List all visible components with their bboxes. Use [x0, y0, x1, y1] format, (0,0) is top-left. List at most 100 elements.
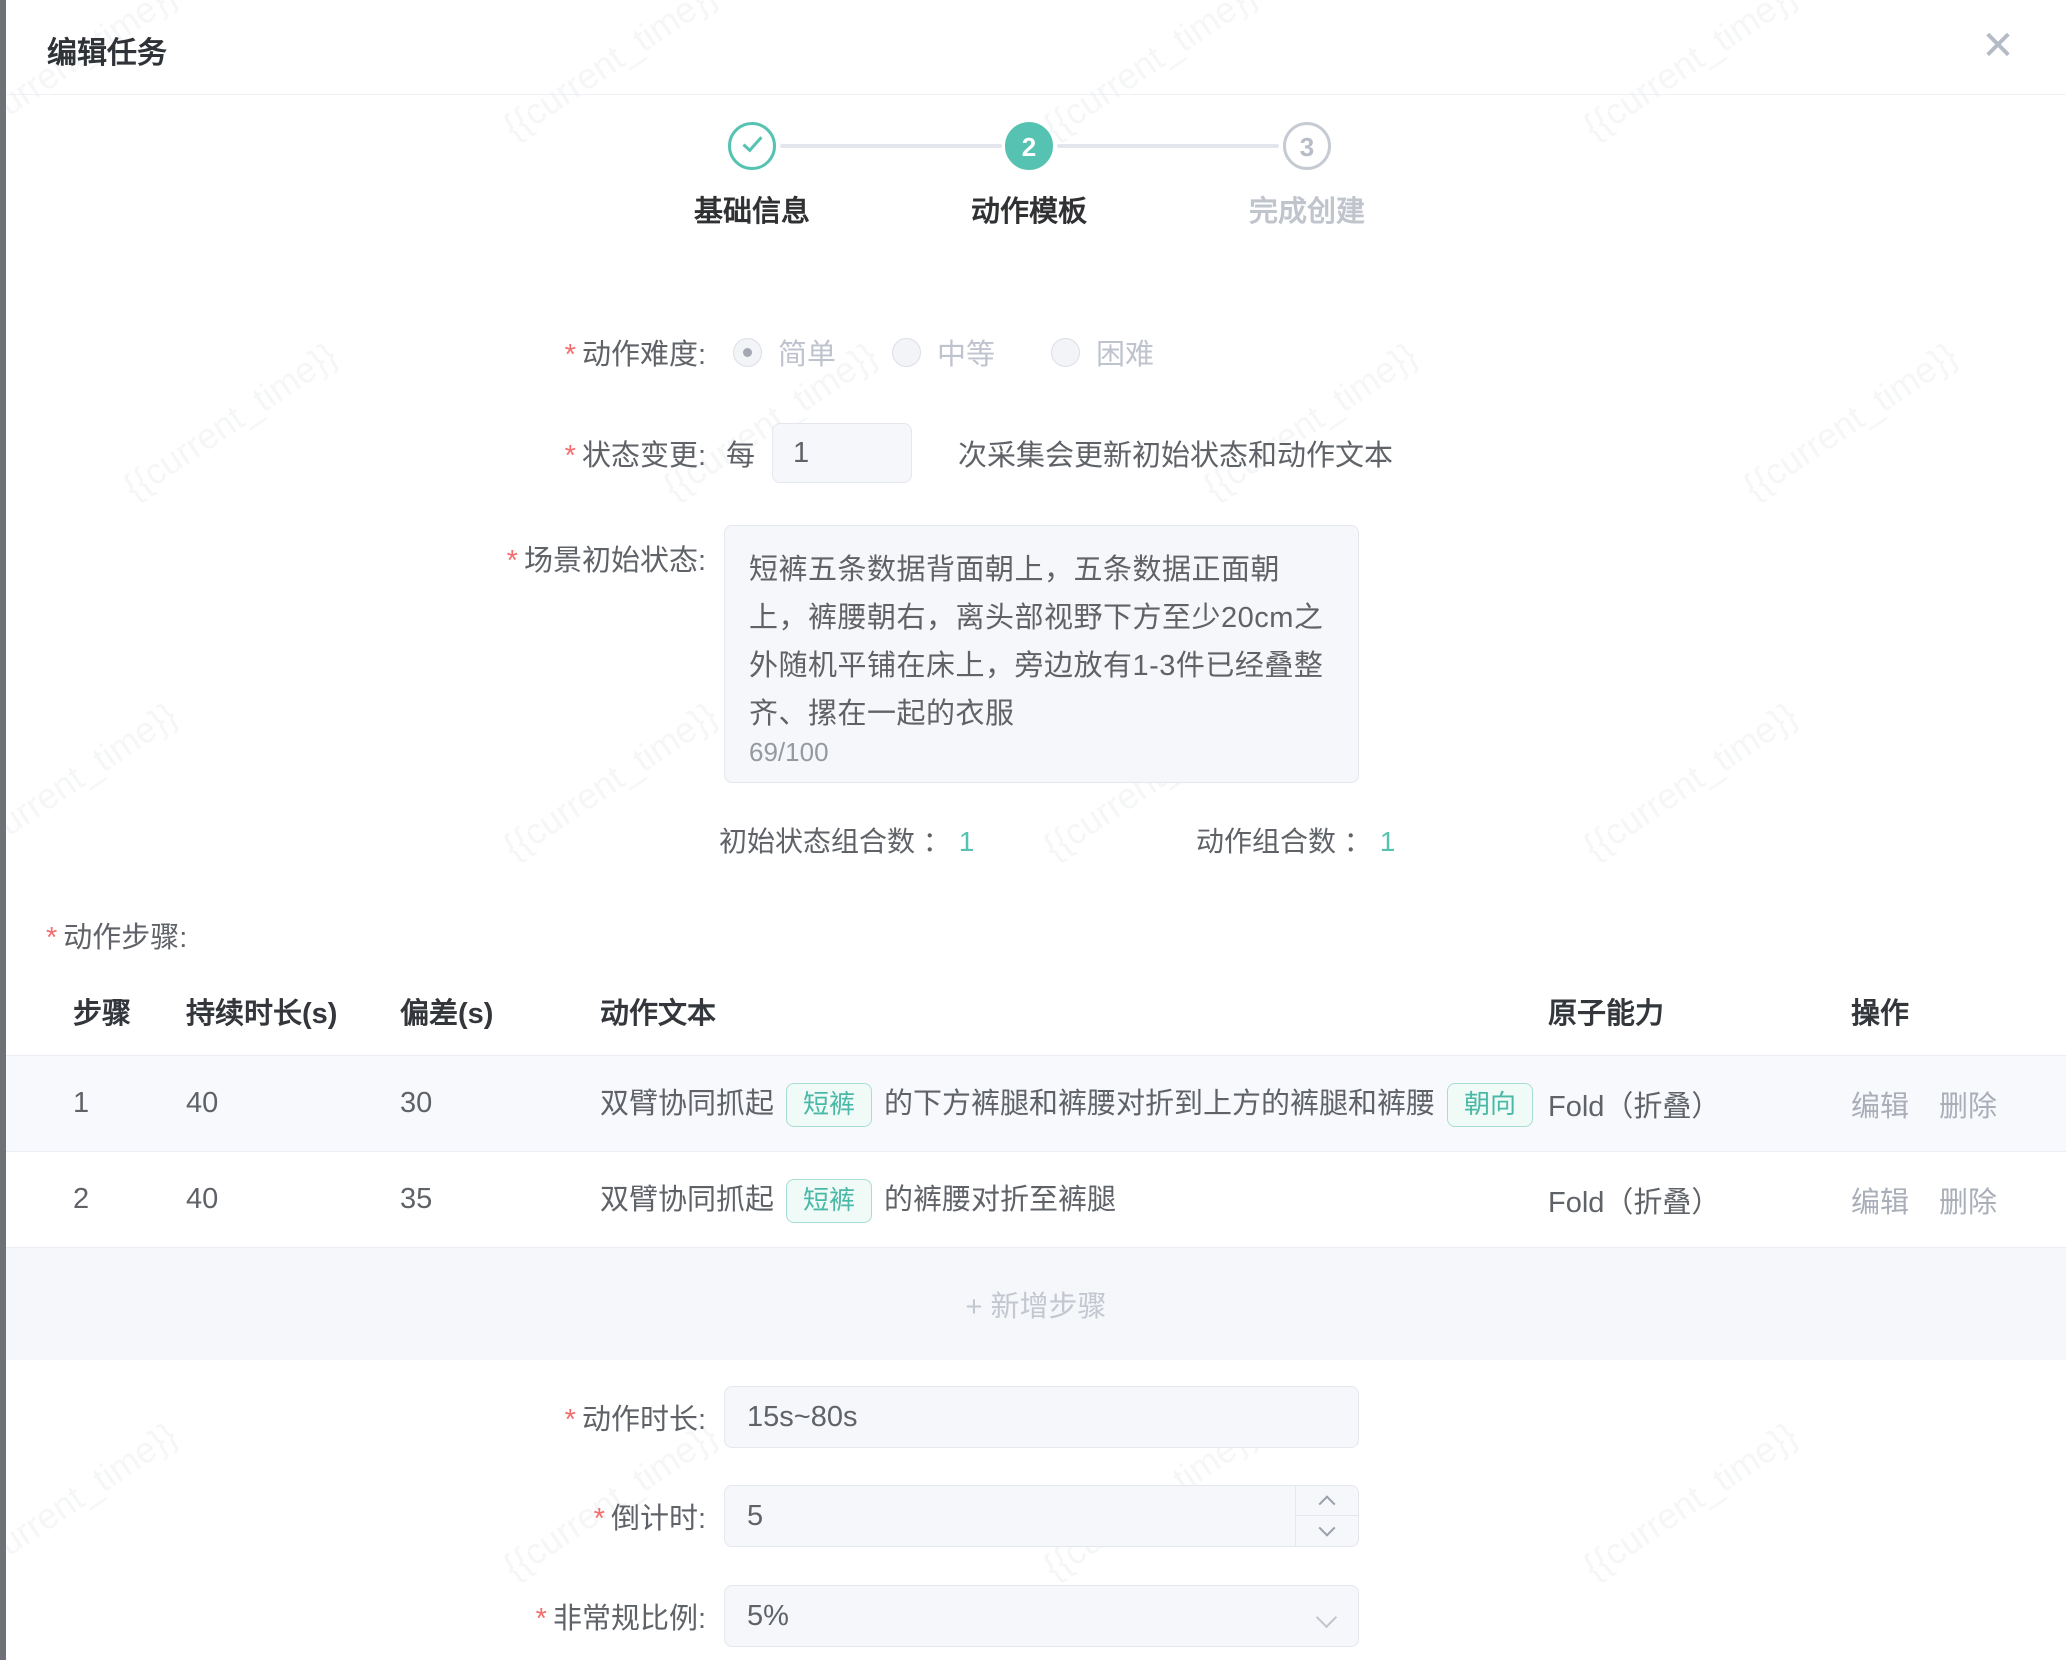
row-operations-cell: 编辑删除	[1851, 1083, 2066, 1125]
action-text-segment: 双臂协同抓起	[600, 1088, 774, 1120]
initial-combo-label: 初始状态组合数 ：	[719, 826, 951, 857]
required-asterisk: *	[536, 1603, 547, 1635]
state-change-suffix: 次采集会更新初始状态和动作文本	[958, 432, 1393, 474]
state-change-input[interactable]: 1	[772, 423, 912, 483]
duration-cell: 40	[186, 1087, 400, 1120]
radio-unchecked-icon	[1051, 338, 1080, 367]
step-label: 完成创建	[1197, 188, 1417, 230]
unusual-ratio-row: *非常规比例: 5%	[6, 1585, 2066, 1647]
action-combo-value: 1	[1380, 826, 1396, 857]
radio-unchecked-icon	[892, 338, 921, 367]
action-duration-row: *动作时长: 15s~80s	[6, 1386, 2066, 1448]
chevron-down-icon	[1316, 1607, 1337, 1628]
header-step: 步骤	[73, 990, 186, 1032]
step-number-cell: 2	[73, 1183, 186, 1216]
required-asterisk: *	[507, 545, 518, 577]
duration-input[interactable]: 15s~80s	[724, 1386, 1359, 1448]
state-change-row: *状态变更: 每 1 次采集会更新初始状态和动作文本	[6, 423, 2066, 483]
step-label: 基础信息	[642, 188, 862, 230]
unusual-ratio-select[interactable]: 5%	[724, 1585, 1359, 1647]
scene-state-text: 短裤五条数据背面朝上，五条数据正面朝上，裤腰朝右，离头部视野下方至少20cm之外…	[749, 546, 1334, 738]
scene-state-textarea[interactable]: 短裤五条数据背面朝上，五条数据正面朝上，裤腰朝右，离头部视野下方至少20cm之外…	[724, 525, 1359, 783]
difficulty-radio-group: 简单 中等 困难	[733, 331, 1154, 373]
duration-value: 15s~80s	[747, 1401, 857, 1433]
action-text-cell: 双臂协同抓起短裤的下方裤腿和裤腰对折到上方的裤腿和裤腰朝向	[600, 1080, 1548, 1127]
stepper: 基础信息 2 动作模板 3 完成创建	[653, 122, 1413, 252]
step-pending-circle: 3	[1283, 122, 1331, 170]
action-text-segment: 的裤腰对折至裤腿	[884, 1184, 1116, 1216]
required-asterisk: *	[594, 1503, 605, 1535]
countdown-row: *倒计时: 5	[6, 1485, 2066, 1547]
spinner-decrease-button[interactable]	[1296, 1516, 1358, 1546]
add-step-button[interactable]: + 新增步骤	[966, 1283, 1107, 1325]
delete-link[interactable]: 删除	[1939, 1179, 1997, 1221]
difficulty-label: *动作难度:	[6, 331, 706, 373]
initial-combo-stat: 初始状态组合数 ： 1	[719, 820, 974, 860]
required-asterisk: *	[565, 1404, 576, 1436]
item-tag: 朝向	[1447, 1083, 1533, 1127]
radio-label: 困难	[1096, 331, 1154, 373]
step-number-cell: 1	[73, 1087, 186, 1120]
step-label: 动作模板	[919, 188, 1139, 230]
ability-cell: Fold（折叠）	[1548, 1083, 1851, 1125]
action-text-segment: 的下方裤腿和裤腰对折到上方的裤腿和裤腰	[884, 1088, 1435, 1120]
state-change-label: *状态变更:	[6, 432, 706, 474]
step-basic-info: 基础信息	[642, 122, 862, 230]
dialog-header: 编辑任务 ✕	[6, 0, 2066, 95]
deviation-cell: 35	[400, 1183, 600, 1216]
header-duration: 持续时长(s)	[186, 990, 400, 1032]
chevron-down-icon	[1319, 1520, 1336, 1537]
add-step-band: + 新增步骤	[6, 1248, 2066, 1360]
difficulty-row: *动作难度: 简单 中等 困难	[6, 330, 2066, 374]
duration-label: *动作时长:	[6, 1396, 706, 1438]
state-change-prefix: 每	[726, 432, 755, 474]
action-text-cell: 双臂协同抓起短裤的裤腰对折至裤腿	[600, 1176, 1548, 1223]
delete-link[interactable]: 删除	[1939, 1083, 1997, 1125]
radio-medium[interactable]: 中等	[892, 331, 995, 373]
duration-cell: 40	[186, 1183, 400, 1216]
row-operations-cell: 编辑删除	[1851, 1179, 2066, 1221]
edit-link[interactable]: 编辑	[1851, 1179, 1909, 1221]
check-icon	[742, 132, 762, 153]
action-combo-label: 动作组合数 ：	[1196, 826, 1372, 857]
initial-combo-value: 1	[959, 826, 975, 857]
action-steps-section-label: *动作步骤:	[46, 914, 187, 956]
spinner-increase-button[interactable]	[1296, 1486, 1358, 1516]
countdown-input[interactable]: 5	[724, 1485, 1359, 1547]
header-action-text: 动作文本	[600, 990, 1548, 1032]
table-row: 1 40 30 双臂协同抓起短裤的下方裤腿和裤腰对折到上方的裤腿和裤腰朝向 Fo…	[6, 1056, 2066, 1152]
combos-row: 初始状态组合数 ： 1 动作组合数 ： 1	[6, 822, 2066, 858]
edit-task-dialog: {{current_time}}{{current_time}}{{curren…	[6, 0, 2066, 1660]
action-combo-stat: 动作组合数 ： 1	[1196, 820, 1395, 860]
table-row: 2 40 35 双臂协同抓起短裤的裤腰对折至裤腿 Fold（折叠） 编辑删除	[6, 1152, 2066, 1248]
close-icon[interactable]: ✕	[1976, 24, 2020, 68]
table-header-row: 步骤 持续时长(s) 偏差(s) 动作文本 原子能力 操作	[6, 966, 2066, 1056]
step-active-circle: 2	[1005, 122, 1053, 170]
step-finish-create: 3 完成创建	[1197, 122, 1417, 230]
action-steps-table: 步骤 持续时长(s) 偏差(s) 动作文本 原子能力 操作 1 40 30 双臂…	[6, 966, 2066, 1360]
radio-label: 简单	[778, 331, 836, 373]
header-deviation: 偏差(s)	[400, 990, 600, 1032]
action-text-segment: 双臂协同抓起	[600, 1184, 774, 1216]
item-tag: 短裤	[786, 1083, 872, 1127]
ability-cell: Fold（折叠）	[1548, 1179, 1851, 1221]
radio-label: 中等	[937, 331, 995, 373]
countdown-label: *倒计时:	[6, 1495, 706, 1537]
unusual-ratio-value: 5%	[747, 1600, 789, 1632]
required-asterisk: *	[565, 339, 576, 371]
header-ability: 原子能力	[1548, 990, 1851, 1032]
dialog-title: 编辑任务	[47, 28, 167, 72]
radio-hard[interactable]: 困难	[1051, 331, 1154, 373]
chevron-up-icon	[1319, 1495, 1336, 1512]
number-spinner	[1295, 1486, 1358, 1546]
radio-easy[interactable]: 简单	[733, 331, 836, 373]
radio-checked-icon	[733, 338, 762, 367]
countdown-value: 5	[747, 1500, 763, 1532]
char-counter: 69/100	[749, 737, 829, 768]
edit-link[interactable]: 编辑	[1851, 1083, 1909, 1125]
step-done-circle	[728, 122, 776, 170]
deviation-cell: 30	[400, 1087, 600, 1120]
required-asterisk: *	[46, 922, 57, 954]
scene-state-label: *场景初始状态:	[6, 525, 706, 579]
header-operations: 操作	[1851, 990, 2066, 1032]
